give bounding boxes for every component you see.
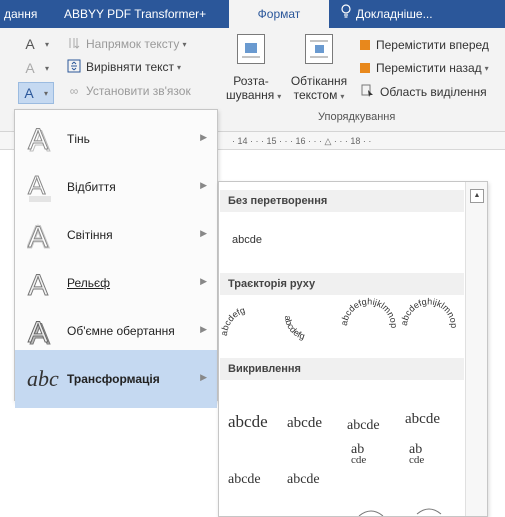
scroll-up-arrow-icon[interactable]: ▲ (470, 189, 484, 203)
svg-text:A: A (28, 269, 48, 300)
position-icon (237, 34, 265, 64)
text-direction-icon (66, 36, 82, 52)
bring-forward-button[interactable]: Перемістити вперед (360, 38, 489, 52)
selection-pane-icon (360, 84, 376, 100)
menu-item-transform[interactable]: abc Трансформація ▶ (15, 350, 217, 408)
glow-a-icon: AA (27, 220, 50, 253)
tell-me-label: Докладніше... (356, 7, 433, 21)
submenu-arrow-icon: ▶ (200, 132, 207, 142)
tab-abbyy-pdf-transformer[interactable]: ABBYY PDF Transformer+ (64, 0, 224, 28)
warp-chevron-sample[interactable]: abcde (347, 394, 403, 434)
text-outline-icon: A (25, 60, 35, 76)
svg-text:A: A (28, 316, 48, 348)
submenu-arrow-icon: ▶ (200, 180, 207, 190)
abc-transform-icon: abc (27, 366, 59, 391)
section-warp: Викривлення (220, 358, 464, 380)
warp-triangle-sample[interactable]: abcde (287, 392, 343, 432)
gallery-scrollbar[interactable]: ▲ (465, 182, 487, 516)
svg-text:A: A (28, 123, 48, 156)
selection-pane-button[interactable]: Область виділення (360, 84, 487, 100)
warp-row3-sample[interactable] (351, 504, 407, 516)
create-link-button[interactable]: ∞ Установити зв'язок (66, 83, 191, 99)
tell-me-search[interactable]: Докладніше... (340, 0, 500, 28)
wrap-text-icon (305, 34, 333, 64)
align-text-icon (66, 59, 82, 75)
send-backward-button[interactable]: Перемістити назад ▾ (360, 61, 489, 75)
transform-gallery: ▲ Без перетворення abcde Траєкторія руху… (218, 181, 488, 517)
text-direction-button[interactable]: Напрямок тексту ▾ (66, 36, 186, 52)
no-transform-sample[interactable]: abcde (232, 234, 262, 246)
warp-square-sample[interactable]: abcde (228, 392, 284, 432)
path-circle-sample[interactable]: abcdefghijklmnop (339, 296, 399, 328)
submenu-arrow-icon: ▶ (200, 324, 207, 334)
text-outline-button[interactable]: A ▾ (22, 60, 49, 76)
path-arch-up-sample[interactable]: abcdefg (221, 305, 246, 336)
section-follow-path: Траєкторія руху (220, 273, 464, 295)
lightbulb-icon (340, 0, 352, 28)
bevel-a-icon: A (28, 269, 49, 301)
ruler-ticks: · 14 · · · 15 · · · 16 · · · △ · · · 18 … (232, 136, 372, 146)
submenu-arrow-icon: ▶ (200, 228, 207, 238)
tab-format[interactable]: Формат (229, 0, 329, 28)
warp-arch-up-sample[interactable]: abcde (228, 448, 284, 488)
submenu-arrow-icon: ▶ (200, 372, 207, 382)
tab-insert-truncated[interactable]: дання (0, 0, 56, 28)
wrap-text-button[interactable]: Обтікання текстом ▾ (283, 34, 355, 104)
shadow-a-icon: AA (28, 123, 51, 157)
ribbon-tab-bar: дання ABBYY PDF Transformer+ Формат Докл… (0, 0, 505, 28)
svg-text:abcdefghijklmnop: abcdefghijklmnop (339, 296, 399, 328)
align-text-button[interactable]: Вирівняти текст ▾ (66, 59, 181, 75)
reflection-a-icon: A (28, 170, 51, 202)
text-effects-button[interactable]: A ▾ (18, 82, 54, 104)
warp-circle-sample[interactable]: ab cde (351, 443, 407, 484)
position-button[interactable]: Розта- шування ▾ (226, 34, 281, 104)
link-icon: ∞ (69, 84, 79, 98)
arrange-group-label: Упорядкування (318, 111, 396, 123)
warp-button-sample[interactable]: ab cde (409, 443, 465, 484)
warp-arch-down-sample[interactable]: abcde (287, 448, 343, 488)
svg-text:A: A (28, 221, 48, 252)
bring-forward-icon (360, 40, 370, 50)
text-effects-icon: A (24, 85, 34, 101)
warp-row3-sample-2[interactable] (409, 504, 465, 516)
send-backward-icon (360, 63, 370, 73)
path-button-sample[interactable]: abcdefghijklmnop (399, 296, 459, 328)
svg-text:abcdefg: abcdefg (283, 315, 306, 341)
text-fill-button[interactable]: A ▾ (22, 36, 49, 52)
text-effects-menu: AA Тінь ▶ A Відбиття ▶ AA Світіння ▶ A Р… (14, 109, 218, 408)
text-fill-icon: A (25, 36, 35, 52)
svg-text:abcdefghijklmnop: abcdefghijklmnop (399, 296, 459, 328)
submenu-arrow-icon: ▶ (200, 276, 207, 286)
path-arch-down-sample[interactable]: abcdefg (283, 315, 306, 341)
svg-text:A: A (28, 170, 46, 200)
follow-path-row: abcdefg abcdefg abcdefghijklmnop abcdefg… (221, 296, 459, 341)
warp-wave-sample[interactable]: abcde (405, 388, 461, 428)
svg-text:abcdefg: abcdefg (221, 305, 246, 336)
section-no-transform: Без перетворення (220, 190, 464, 212)
3d-rotation-a-icon: AA (28, 316, 51, 349)
